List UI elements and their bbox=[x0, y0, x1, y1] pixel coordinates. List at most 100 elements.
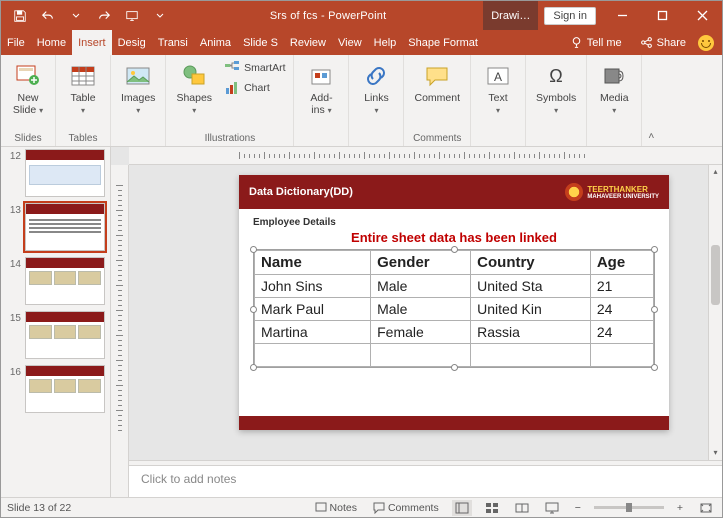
shapes-icon bbox=[179, 61, 209, 91]
new-slide-button[interactable]: NewSlide ▾ bbox=[7, 59, 49, 118]
thumb-number: 12 bbox=[5, 149, 21, 162]
slide-thumbnail[interactable] bbox=[25, 203, 105, 251]
scroll-up-icon[interactable]: ▴ bbox=[709, 165, 722, 179]
slide[interactable]: Data Dictionary(DD) TEERTHANKERMAHAVEER … bbox=[239, 175, 669, 430]
undo-icon[interactable] bbox=[35, 4, 61, 28]
resize-handle[interactable] bbox=[250, 246, 257, 253]
sign-in-button[interactable]: Sign in bbox=[544, 7, 596, 25]
slide-thumbnail[interactable] bbox=[25, 257, 105, 305]
images-button[interactable]: Images▾ bbox=[117, 59, 159, 118]
links-button[interactable]: Links▾ bbox=[355, 59, 397, 118]
group-illustrations: Shapes▾ SmartArt Chart Illustrations bbox=[166, 55, 294, 146]
vertical-scrollbar[interactable]: ▴ ▾ bbox=[708, 165, 722, 460]
comments-toggle-button[interactable]: Comments bbox=[370, 502, 442, 514]
media-button[interactable]: Media▾ bbox=[593, 59, 635, 118]
slide-thumbnail-pane[interactable]: 12 13 14 15 16 bbox=[1, 147, 111, 497]
redo-icon[interactable] bbox=[91, 4, 117, 28]
tab-insert[interactable]: Insert bbox=[72, 30, 112, 55]
group-tables: Table▾ Tables bbox=[56, 55, 111, 146]
vertical-ruler[interactable] bbox=[111, 165, 129, 497]
comment-button[interactable]: Comment bbox=[410, 59, 464, 107]
resize-handle[interactable] bbox=[651, 246, 658, 253]
collapse-ribbon-icon[interactable]: ˄ bbox=[642, 55, 660, 146]
group-comments: Comment Comments bbox=[404, 55, 471, 146]
resize-handle[interactable] bbox=[250, 364, 257, 371]
scroll-down-icon[interactable]: ▾ bbox=[709, 446, 722, 460]
resize-handle[interactable] bbox=[451, 246, 458, 253]
notes-pane[interactable]: Click to add notes bbox=[129, 465, 722, 497]
group-label-text bbox=[477, 142, 519, 144]
symbols-button[interactable]: Ω Symbols▾ bbox=[532, 59, 580, 118]
table-button[interactable]: Table▾ bbox=[62, 59, 104, 118]
table-row: MartinaFemaleRassia24 bbox=[255, 321, 654, 344]
tab-help[interactable]: Help bbox=[368, 30, 403, 55]
slide-thumbnail[interactable] bbox=[25, 365, 105, 413]
smartart-icon bbox=[224, 60, 240, 76]
notes-toggle-button[interactable]: Notes bbox=[312, 502, 360, 514]
minimize-button[interactable] bbox=[602, 1, 642, 30]
tab-design[interactable]: Desig bbox=[112, 30, 152, 55]
chart-button[interactable]: Chart bbox=[222, 79, 287, 97]
share-label: Share bbox=[657, 37, 686, 49]
resize-handle[interactable] bbox=[250, 306, 257, 313]
normal-view-icon[interactable] bbox=[452, 500, 472, 516]
tab-view[interactable]: View bbox=[332, 30, 368, 55]
tab-slideshow[interactable]: Slide S bbox=[237, 30, 284, 55]
chart-label: Chart bbox=[244, 82, 270, 94]
table-row: Mark PaulMaleUnited Kin24 bbox=[255, 298, 654, 321]
resize-handle[interactable] bbox=[651, 306, 658, 313]
horizontal-ruler[interactable] bbox=[129, 147, 722, 165]
text-button[interactable]: A Text▾ bbox=[477, 59, 519, 118]
images-label: Images bbox=[121, 92, 155, 104]
close-button[interactable] bbox=[682, 1, 722, 30]
tab-shape-format[interactable]: Shape Format bbox=[402, 30, 484, 55]
scrollbar-thumb[interactable] bbox=[711, 245, 720, 305]
table-header: Country bbox=[471, 251, 591, 275]
start-from-beginning-icon[interactable] bbox=[119, 4, 145, 28]
zoom-in-button[interactable]: + bbox=[674, 502, 686, 514]
slide-sorter-view-icon[interactable] bbox=[482, 500, 502, 516]
tab-file[interactable]: File bbox=[1, 30, 31, 55]
fit-to-window-icon[interactable] bbox=[696, 500, 716, 516]
save-icon[interactable] bbox=[7, 4, 33, 28]
ribbon: NewSlide ▾ Slides Table▾ Tables Images▾ … bbox=[1, 55, 722, 147]
tab-transitions[interactable]: Transi bbox=[152, 30, 194, 55]
maximize-button[interactable] bbox=[642, 1, 682, 30]
slide-footer-bar bbox=[239, 416, 669, 430]
slideshow-view-icon[interactable] bbox=[542, 500, 562, 516]
slide-thumbnail[interactable] bbox=[25, 311, 105, 359]
embedded-object[interactable]: Name Gender Country Age John SinsMaleUni… bbox=[253, 249, 655, 368]
resize-handle[interactable] bbox=[651, 364, 658, 371]
group-label-comments: Comments bbox=[410, 131, 464, 144]
group-slides: NewSlide ▾ Slides bbox=[1, 55, 56, 146]
resize-handle[interactable] bbox=[451, 364, 458, 371]
undo-dropdown-icon[interactable] bbox=[63, 4, 89, 28]
slide-canvas[interactable]: Data Dictionary(DD) TEERTHANKERMAHAVEER … bbox=[129, 165, 722, 460]
addins-button[interactable]: Add-ins ▾ bbox=[300, 59, 342, 118]
workspace: 12 13 14 15 16 Data Dictionary(DD) TEERT… bbox=[1, 147, 722, 497]
tell-me-button[interactable]: Tell me bbox=[564, 36, 628, 49]
group-label-slides: Slides bbox=[7, 131, 49, 144]
smartart-button[interactable]: SmartArt bbox=[222, 59, 287, 77]
share-button[interactable]: Share bbox=[634, 36, 692, 49]
table-label: Table bbox=[70, 92, 95, 104]
zoom-out-button[interactable]: − bbox=[572, 502, 584, 514]
tab-home[interactable]: Home bbox=[31, 30, 72, 55]
university-logo: TEERTHANKERMAHAVEER UNIVERSITY bbox=[565, 183, 659, 201]
tab-review[interactable]: Review bbox=[284, 30, 332, 55]
media-label: Media bbox=[600, 92, 629, 104]
zoom-slider-thumb[interactable] bbox=[626, 503, 632, 512]
slide-counter[interactable]: Slide 13 of 22 bbox=[7, 502, 71, 514]
reading-view-icon[interactable] bbox=[512, 500, 532, 516]
status-bar: Slide 13 of 22 Notes Comments − + bbox=[1, 497, 722, 517]
feedback-smiley-icon[interactable] bbox=[698, 35, 714, 51]
thumb-number: 14 bbox=[5, 257, 21, 270]
group-label-illustrations: Illustrations bbox=[172, 131, 287, 144]
comments-toggle-label: Comments bbox=[388, 502, 439, 514]
slide-thumbnail[interactable] bbox=[25, 149, 105, 197]
zoom-slider[interactable] bbox=[594, 506, 664, 509]
tab-animations[interactable]: Anima bbox=[194, 30, 237, 55]
addins-icon bbox=[306, 61, 336, 91]
shapes-button[interactable]: Shapes▾ bbox=[172, 59, 216, 118]
qat-customize-icon[interactable] bbox=[147, 4, 173, 28]
